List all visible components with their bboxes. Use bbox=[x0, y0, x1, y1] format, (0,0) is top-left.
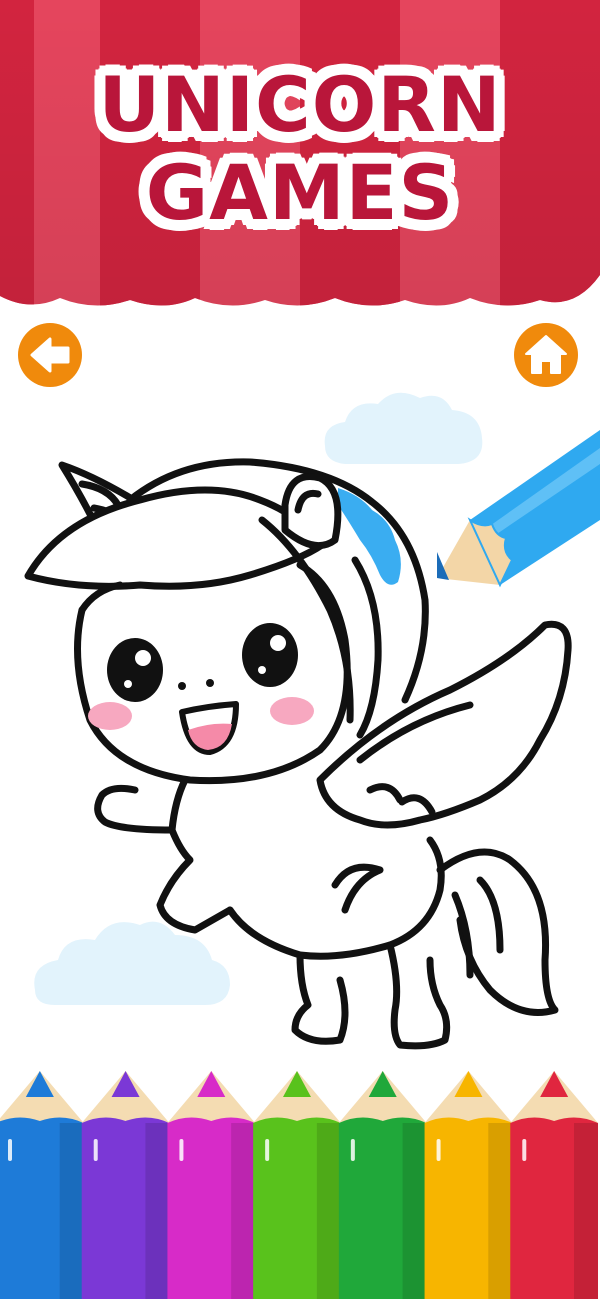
pencil-green[interactable] bbox=[338, 1071, 427, 1299]
arrow-left-icon bbox=[30, 337, 70, 373]
home-icon bbox=[525, 335, 567, 374]
pencil-purple[interactable] bbox=[81, 1071, 170, 1299]
unicorn-face bbox=[88, 623, 314, 755]
cloud-top bbox=[324, 392, 483, 464]
pencil-yellow[interactable] bbox=[424, 1071, 513, 1299]
pencil-light-green[interactable] bbox=[253, 1071, 341, 1299]
pencil-magenta[interactable] bbox=[167, 1071, 256, 1299]
back-button[interactable] bbox=[18, 323, 82, 387]
pencil-red[interactable] bbox=[510, 1071, 598, 1299]
pencil-row bbox=[0, 1071, 598, 1299]
pencil-blue[interactable] bbox=[0, 1071, 84, 1299]
home-button[interactable] bbox=[514, 323, 578, 387]
cloud-bottom bbox=[34, 921, 230, 1005]
title-line-unicorn: UNICORN bbox=[98, 60, 502, 149]
color-palette bbox=[0, 1065, 600, 1299]
title-line-games: GAMES bbox=[145, 148, 455, 237]
coloring-canvas[interactable] bbox=[0, 380, 600, 1070]
